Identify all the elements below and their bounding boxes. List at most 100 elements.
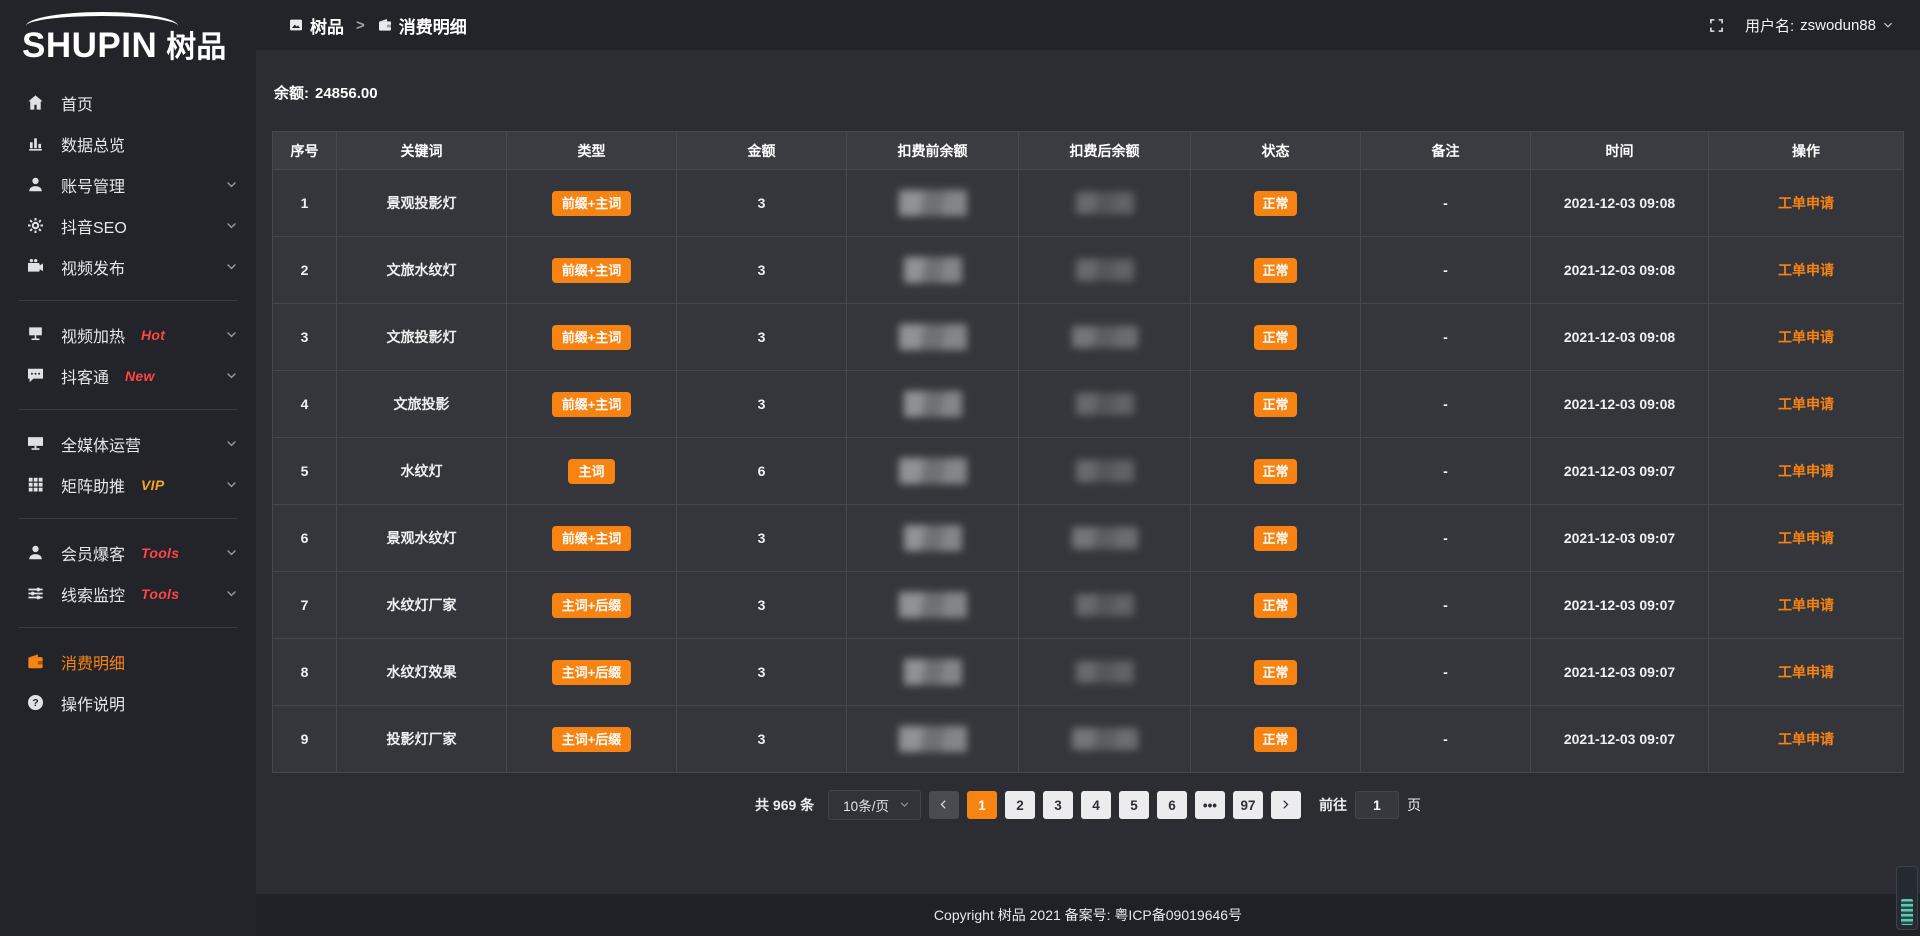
logo-text-en: SHUPIN <box>22 26 157 66</box>
cell-remark: - <box>1361 371 1531 438</box>
work-order-link[interactable]: 工单申请 <box>1778 731 1834 747</box>
sidebar-item-video-heat[interactable]: 视频加热Hot <box>0 314 256 355</box>
total-count: 共 969 条 <box>755 795 814 815</box>
prev-page-button[interactable] <box>929 791 959 819</box>
page-size-select[interactable]: 10条/页 <box>828 790 921 820</box>
status-badge: 正常 <box>1254 727 1296 752</box>
work-order-link[interactable]: 工单申请 <box>1778 195 1834 211</box>
cell-remark: - <box>1361 237 1531 304</box>
page-button-97[interactable]: 97 <box>1233 791 1263 819</box>
status-badge: 正常 <box>1254 325 1296 350</box>
cell-keyword: 景观水纹灯 <box>337 505 507 572</box>
work-order-link[interactable]: 工单申请 <box>1778 597 1834 613</box>
sidebar-item-label: 账号管理 <box>61 173 125 197</box>
chevron-down-icon <box>225 437 238 450</box>
masked-balance-before <box>899 726 967 752</box>
cell-remark: - <box>1361 304 1531 371</box>
masked-balance-before <box>899 190 967 216</box>
type-badge: 前缀+主词 <box>552 258 632 283</box>
work-order-link[interactable]: 工单申请 <box>1778 396 1834 412</box>
status-badge: 正常 <box>1254 459 1296 484</box>
pagination: 共 969 条10条/页123456•••97前往页 <box>272 790 1904 820</box>
sidebar-divider <box>18 409 238 410</box>
type-badge: 前缀+主词 <box>552 325 632 350</box>
sidebar-item-badge: Tools <box>141 545 179 561</box>
sidebar-item-consumption-detail[interactable]: 消费明细 <box>0 641 256 682</box>
scroll-widget-stripes <box>1901 899 1913 925</box>
page-button-4[interactable]: 4 <box>1081 791 1111 819</box>
logo-text-cn: 树品 <box>166 22 226 66</box>
copyright-text: Copyright 树品 2021 备案号: 粤ICP备09019646号 <box>934 905 1242 925</box>
sidebar-item-label: 视频发布 <box>61 255 125 279</box>
chevron-down-icon <box>225 587 238 600</box>
masked-balance-after <box>1072 326 1138 348</box>
sidebar-item-data-overview[interactable]: 数据总览 <box>0 123 256 164</box>
brand-logo: SHUPIN 树品 <box>0 0 256 66</box>
user-menu[interactable]: 用户名: zswodun88 <box>1745 15 1894 36</box>
column-header: 操作 <box>1709 132 1904 170</box>
sidebar-item-lead-monitor[interactable]: 线索监控Tools <box>0 573 256 614</box>
sidebar-divider <box>18 300 238 301</box>
chevron-down-icon <box>225 260 238 273</box>
sidebar-item-member-burst[interactable]: 会员爆客Tools <box>0 532 256 573</box>
cell-keyword: 文旅投影 <box>337 371 507 438</box>
more-pages-button[interactable]: ••• <box>1195 791 1225 819</box>
sidebar-item-omni-media[interactable]: 全媒体运营 <box>0 423 256 464</box>
sidebar-item-matrix-boost[interactable]: 矩阵助推VIP <box>0 464 256 505</box>
page-button-3[interactable]: 3 <box>1043 791 1073 819</box>
video-camera-icon <box>26 257 46 277</box>
page-button-6[interactable]: 6 <box>1157 791 1187 819</box>
work-order-link[interactable]: 工单申请 <box>1778 463 1834 479</box>
cell-time: 2021-12-03 09:08 <box>1531 371 1709 438</box>
sidebar-item-account-management[interactable]: 账号管理 <box>0 164 256 205</box>
main-content: 余额:24856.00 序号关键词类型金额扣费前余额扣费后余额状态备注时间操作 … <box>256 50 1920 894</box>
sidebar-divider <box>18 627 238 628</box>
work-order-link[interactable]: 工单申请 <box>1778 530 1834 546</box>
cell-index: 2 <box>273 237 337 304</box>
chevron-down-icon <box>225 178 238 191</box>
sidebar-divider <box>18 518 238 519</box>
sidebar-item-home[interactable]: 首页 <box>0 82 256 123</box>
page-button-2[interactable]: 2 <box>1005 791 1035 819</box>
breadcrumb-item[interactable]: 树品 <box>288 13 344 38</box>
sidebar-item-label: 消费明细 <box>61 650 125 674</box>
masked-balance-before <box>904 391 962 417</box>
work-order-link[interactable]: 工单申请 <box>1778 664 1834 680</box>
work-order-link[interactable]: 工单申请 <box>1778 329 1834 345</box>
sidebar-item-video-publish[interactable]: 视频发布 <box>0 246 256 287</box>
breadcrumb-item[interactable]: 消费明细 <box>377 13 467 38</box>
column-header: 扣费后余额 <box>1019 132 1191 170</box>
work-order-link[interactable]: 工单申请 <box>1778 262 1834 278</box>
masked-balance-before <box>904 659 962 685</box>
page-button-5[interactable]: 5 <box>1119 791 1149 819</box>
sidebar-item-label: 视频加热 <box>61 323 125 347</box>
footer: Copyright 树品 2021 备案号: 粤ICP备09019646号 <box>256 894 1920 936</box>
sidebar-item-operation-guide[interactable]: ?操作说明 <box>0 682 256 723</box>
scroll-widget[interactable] <box>1896 866 1918 930</box>
page-button-1[interactable]: 1 <box>967 791 997 819</box>
goto-page-input[interactable] <box>1355 791 1399 819</box>
cell-index: 7 <box>273 572 337 639</box>
cell-remark: - <box>1361 706 1531 773</box>
status-badge: 正常 <box>1254 258 1296 283</box>
masked-balance-before <box>904 525 962 551</box>
cell-amount: 3 <box>677 505 847 572</box>
breadcrumb: 树品>消费明细 <box>288 13 467 38</box>
cell-remark: - <box>1361 572 1531 639</box>
chat-icon <box>26 366 46 386</box>
cell-remark: - <box>1361 170 1531 237</box>
cell-amount: 3 <box>677 706 847 773</box>
sidebar-item-douyin-seo[interactable]: 抖音SEO <box>0 205 256 246</box>
monitor-icon <box>26 434 46 454</box>
sidebar-item-doukotong[interactable]: 抖客通New <box>0 355 256 396</box>
next-page-button[interactable] <box>1271 791 1301 819</box>
cell-keyword: 水纹灯 <box>337 438 507 505</box>
topbar: 树品>消费明细 用户名: zswodun88 <box>256 0 1920 50</box>
cell-time: 2021-12-03 09:08 <box>1531 237 1709 304</box>
status-badge: 正常 <box>1254 660 1296 685</box>
cell-amount: 3 <box>677 170 847 237</box>
balance: 余额:24856.00 <box>272 82 1904 103</box>
fullscreen-icon[interactable] <box>1708 17 1725 34</box>
user-icon <box>26 175 46 195</box>
sliders-icon <box>26 584 46 604</box>
